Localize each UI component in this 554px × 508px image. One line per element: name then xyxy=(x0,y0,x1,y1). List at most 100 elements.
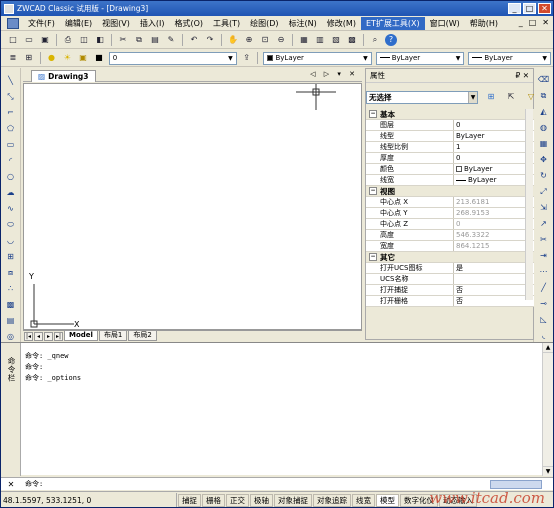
rotate-icon[interactable]: ↻ xyxy=(538,170,550,182)
menu-modify[interactable]: 修改(M) xyxy=(322,17,361,30)
prev-tab-button[interactable]: ◂ xyxy=(34,331,43,341)
magnifier-icon[interactable]: ⌕ xyxy=(369,34,381,46)
category-view[interactable]: − 视图 xyxy=(366,186,534,197)
tab-layout2[interactable]: 布局2 xyxy=(128,331,157,341)
polar-toggle[interactable]: 极轴 xyxy=(250,493,273,507)
layer-select[interactable]: 0 ▼ xyxy=(108,51,237,65)
menu-insert[interactable]: 插入(I) xyxy=(135,17,170,30)
otrack-toggle[interactable]: 对象追踪 xyxy=(313,493,351,507)
ellipse-arc-icon[interactable]: ◡ xyxy=(5,235,17,247)
quick-select-icon[interactable]: ▽ xyxy=(525,91,537,103)
drawing-canvas[interactable]: X Y xyxy=(23,83,362,330)
new-icon[interactable]: □ xyxy=(7,34,19,46)
tab-drawing3[interactable]: ▨ Drawing3 xyxy=(31,70,96,82)
gradient-icon[interactable]: ▤ xyxy=(5,315,17,327)
property-row[interactable]: UCS名称 xyxy=(366,274,534,285)
zoom-previous-icon[interactable]: ⊖ xyxy=(275,34,287,46)
break-icon[interactable]: ╱ xyxy=(538,282,550,294)
zoom-window-icon[interactable]: ⊡ xyxy=(259,34,271,46)
copy-object-icon[interactable]: ⧉ xyxy=(538,90,550,102)
title-bar[interactable]: ZWCAD Classic 试用版 - [Drawing3] _ □ ✕ xyxy=(1,1,553,16)
save-icon[interactable]: ▣ xyxy=(39,34,51,46)
menu-format[interactable]: 格式(O) xyxy=(169,17,208,30)
lengthen-icon[interactable]: ↗ xyxy=(538,218,550,230)
pan-icon[interactable]: ✋ xyxy=(227,34,239,46)
xline-icon[interactable]: ⤡ xyxy=(5,91,17,103)
close-button[interactable]: ✕ xyxy=(538,3,551,14)
arc-icon[interactable]: ◜ xyxy=(5,155,17,167)
help-icon[interactable]: ? xyxy=(385,34,397,46)
match-properties-icon[interactable]: ✎ xyxy=(165,34,177,46)
last-tab-button[interactable]: ▸| xyxy=(54,331,63,341)
maximize-button[interactable]: □ xyxy=(523,3,536,14)
color-select[interactable]: ByLayer ▼ xyxy=(263,51,372,65)
stretch-icon[interactable]: ⇲ xyxy=(538,202,550,214)
property-row[interactable]: 宽度 864.1215 xyxy=(366,241,534,252)
spline-icon[interactable]: ∿ xyxy=(5,203,17,215)
snap-toggle[interactable]: 捕捉 xyxy=(178,493,201,507)
revision-cloud-icon[interactable]: ☁ xyxy=(5,187,17,199)
minimize-button[interactable]: _ xyxy=(508,3,521,14)
lineweight-select[interactable]: ByLayer ▼ xyxy=(468,51,552,65)
cut-icon[interactable]: ✂ xyxy=(117,34,129,46)
grid-toggle[interactable]: 栅格 xyxy=(202,493,225,507)
menu-edit[interactable]: 编辑(E) xyxy=(60,17,97,30)
circle-icon[interactable]: ○ xyxy=(5,171,17,183)
tool-palette-icon[interactable]: ▧ xyxy=(330,34,342,46)
erase-icon[interactable]: ⌫ xyxy=(538,74,550,86)
tab-layout1[interactable]: 布局1 xyxy=(98,331,128,341)
print-preview-icon[interactable]: ◫ xyxy=(78,34,90,46)
category-basic[interactable]: − 基本 xyxy=(366,109,534,120)
array-icon[interactable]: ▦ xyxy=(538,138,550,150)
point-icon[interactable]: ∴ xyxy=(5,283,17,295)
property-row[interactable]: 中心点 Y 268.9153 xyxy=(366,208,534,219)
category-misc[interactable]: − 其它 xyxy=(366,252,534,263)
trim-icon[interactable]: ✂ xyxy=(538,234,550,246)
close-command-icon[interactable]: ✕ xyxy=(1,480,21,489)
redo-icon[interactable]: ↷ xyxy=(204,34,216,46)
mirror-icon[interactable]: ◭ xyxy=(538,106,550,118)
property-row[interactable]: 中心点 X 213.6181 xyxy=(366,197,534,208)
property-row[interactable]: 打开栅格否 xyxy=(366,296,534,307)
horizontal-scroll-thumb[interactable] xyxy=(490,480,542,489)
collapse-icon[interactable]: − xyxy=(369,253,377,261)
select-objects-icon[interactable]: ⇱ xyxy=(505,91,517,103)
linetype-select[interactable]: ByLayer ▼ xyxy=(375,51,465,65)
open-icon[interactable]: ▭ xyxy=(23,34,35,46)
ortho-toggle[interactable]: 正交 xyxy=(226,493,249,507)
properties-scrollbar[interactable] xyxy=(525,109,533,300)
model-toggle[interactable]: 模型 xyxy=(376,493,399,507)
copy-icon[interactable]: ⧉ xyxy=(133,34,145,46)
property-row[interactable]: 线宽 ByLayer xyxy=(366,175,534,186)
make-block-icon[interactable]: ⧈ xyxy=(5,267,17,279)
property-row[interactable]: 线型比例 1 xyxy=(366,142,534,153)
property-row[interactable]: 高度 546.3322 xyxy=(366,230,534,241)
break-at-point-icon[interactable]: ⋯ xyxy=(538,266,550,278)
polygon-icon[interactable]: ⬠ xyxy=(5,123,17,135)
undo-icon[interactable]: ↶ xyxy=(188,34,200,46)
publish-icon[interactable]: ◧ xyxy=(94,34,106,46)
layer-state-icon[interactable]: ⊞ xyxy=(23,52,35,64)
property-row[interactable]: 线型 ByLayer xyxy=(366,131,534,142)
next-tab-button[interactable]: ▸ xyxy=(44,331,53,341)
menu-window[interactable]: 窗口(W) xyxy=(425,17,465,30)
paste-icon[interactable]: ▤ xyxy=(149,34,161,46)
property-row[interactable]: 颜色 ByLayer xyxy=(366,164,534,175)
hatch-icon[interactable]: ▩ xyxy=(5,299,17,311)
doc-restore-button[interactable]: □ xyxy=(529,18,537,27)
scale-icon[interactable]: ⤢ xyxy=(538,186,550,198)
zoom-realtime-icon[interactable]: ⊕ xyxy=(243,34,255,46)
toggle-pickadd-icon[interactable]: ⊞ xyxy=(485,91,497,103)
scroll-down-icon[interactable]: ▼ xyxy=(543,466,553,476)
menu-et-extension[interactable]: ET扩展工具(X) xyxy=(360,16,425,30)
offset-icon[interactable]: ◍ xyxy=(538,122,550,134)
first-tab-button[interactable]: |◂ xyxy=(24,331,33,341)
join-icon[interactable]: ⊸ xyxy=(538,298,550,310)
menu-draw[interactable]: 绘图(D) xyxy=(245,17,283,30)
polyline-icon[interactable]: ⌐ xyxy=(5,107,17,119)
layer-manager-icon[interactable]: ≣ xyxy=(7,52,19,64)
design-center-icon[interactable]: ▥ xyxy=(314,34,326,46)
tab-controls[interactable]: ◁ ▷ ▾ ✕ xyxy=(310,70,358,78)
fillet-icon[interactable]: ◟ xyxy=(538,330,550,342)
collapse-icon[interactable]: − xyxy=(369,110,377,118)
